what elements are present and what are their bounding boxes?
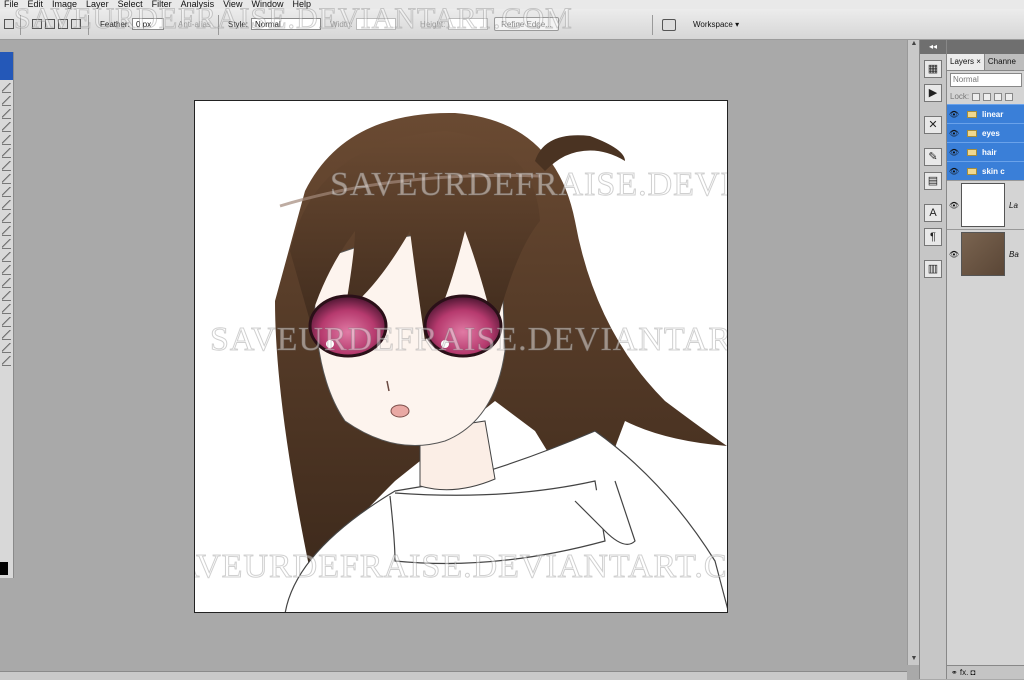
layer-thumbnail <box>961 183 1005 227</box>
layers-tabs: Layers × Channe <box>947 54 1024 71</box>
layer-group-row[interactable]: 👁 eyes <box>947 123 1024 142</box>
eye-icon[interactable]: 👁 <box>947 148 961 157</box>
layer-row[interactable]: 👁 Ba <box>947 229 1024 278</box>
panel-dock: ◂◂ ▦ ▶ ✕ ✎ ▤ A ¶ ▥ <box>919 40 946 679</box>
bridge-icon[interactable] <box>662 19 676 31</box>
hand-tool-icon[interactable] <box>2 343 11 353</box>
lock-all-icon[interactable] <box>1005 92 1014 101</box>
type-tool-icon[interactable] <box>2 278 11 288</box>
divider <box>652 15 653 35</box>
dock-collapse-icon[interactable]: ◂◂ <box>920 40 946 54</box>
layer-group-row[interactable]: 👁 skin c <box>947 161 1024 180</box>
lock-pixels-icon[interactable] <box>983 92 992 101</box>
crop-tool-icon[interactable] <box>2 135 11 145</box>
heal-tool-icon[interactable] <box>2 161 11 171</box>
layer-name: hair <box>982 147 997 157</box>
lock-row: Lock: <box>947 89 1024 104</box>
tool-presets-icon[interactable]: ✕ <box>924 116 942 134</box>
watermark-text: SAVEURDEFRAISE.DEVIANTART.COM <box>14 2 573 36</box>
clone-source-icon[interactable]: ▤ <box>924 172 942 190</box>
path-select-tool-icon[interactable] <box>2 291 11 301</box>
eraser-tool-icon[interactable] <box>2 213 11 223</box>
layer-name: linear <box>982 109 1004 119</box>
watermark-text: SAVEURDEFRAISE.DEVIANTART.COM <box>329 166 727 204</box>
layer-name: La <box>1009 200 1018 210</box>
folder-icon <box>967 110 977 118</box>
slice-tool-icon[interactable] <box>2 148 11 158</box>
character-icon[interactable]: A <box>924 204 942 222</box>
layer-name: skin c <box>982 166 1005 176</box>
history-brush-tool-icon[interactable] <box>2 200 11 210</box>
brushes-icon[interactable]: ✎ <box>924 148 942 166</box>
brush-tool-icon[interactable] <box>2 174 11 184</box>
folder-icon <box>967 167 977 175</box>
navigator-icon[interactable]: ▦ <box>924 60 942 78</box>
tool-preset-icon[interactable] <box>4 19 14 29</box>
eye-icon[interactable]: 👁 <box>947 250 961 259</box>
eye-icon[interactable]: 👁 <box>947 167 961 176</box>
layer-comps-icon[interactable]: ▥ <box>924 260 942 278</box>
dodge-tool-icon[interactable] <box>2 252 11 262</box>
lock-position-icon[interactable] <box>994 92 1003 101</box>
layer-thumbnail <box>961 232 1005 276</box>
stamp-tool-icon[interactable] <box>2 187 11 197</box>
watermark-text: SAVEURDEFRAISE.DEVIANTART.COM <box>209 321 728 359</box>
tab-layers[interactable]: Layers × <box>947 54 985 70</box>
marquee-tool-icon[interactable] <box>2 96 11 106</box>
layer-group-row[interactable]: 👁 hair <box>947 142 1024 161</box>
layers-footer[interactable]: ⚭ fx. ◘ <box>947 665 1024 679</box>
layers-panel: Layers × Channe Normal Lock: 👁 linear 👁 … <box>946 40 1024 679</box>
watermark-text: SAVEURDEFRAISE.DEVIANTART.COM <box>195 548 728 586</box>
lasso-tool-icon[interactable] <box>2 109 11 119</box>
foreground-color-swatch[interactable] <box>0 562 8 575</box>
move-tool-icon[interactable] <box>2 83 11 93</box>
gradient-tool-icon[interactable] <box>2 226 11 236</box>
eye-icon[interactable]: 👁 <box>947 129 961 138</box>
lock-transparent-icon[interactable] <box>972 92 981 101</box>
paragraph-icon[interactable]: ¶ <box>924 228 942 246</box>
eye-icon[interactable]: 👁 <box>947 201 961 210</box>
wand-tool-icon[interactable] <box>2 122 11 132</box>
blend-mode-select[interactable]: Normal <box>950 73 1022 87</box>
document-canvas[interactable]: SAVEURDEFRAISE.DEVIANTART.COM SAVEURDEFR… <box>194 100 728 613</box>
lock-label: Lock: <box>950 92 970 101</box>
eyedropper-tool-icon[interactable] <box>2 330 11 340</box>
folder-icon <box>967 129 977 137</box>
layer-name: eyes <box>982 128 1000 138</box>
blur-tool-icon[interactable] <box>2 239 11 249</box>
notes-tool-icon[interactable] <box>2 317 11 327</box>
folder-icon <box>967 148 977 156</box>
toolbox <box>0 52 14 578</box>
toolbox-header <box>0 52 13 80</box>
layer-group-row[interactable]: 👁 linear <box>947 104 1024 123</box>
eye-icon[interactable]: 👁 <box>947 110 961 119</box>
shape-tool-icon[interactable] <box>2 304 11 314</box>
pen-tool-icon[interactable] <box>2 265 11 275</box>
workspace-menu[interactable]: Workspace ▾ <box>693 20 739 29</box>
tab-channels[interactable]: Channe <box>985 54 1019 70</box>
zoom-tool-icon[interactable] <box>2 356 11 366</box>
actions-icon[interactable]: ▶ <box>924 84 942 102</box>
layers-panel-header <box>947 40 1024 54</box>
layer-row[interactable]: 👁 La <box>947 180 1024 229</box>
layer-name: Ba <box>1009 249 1019 259</box>
